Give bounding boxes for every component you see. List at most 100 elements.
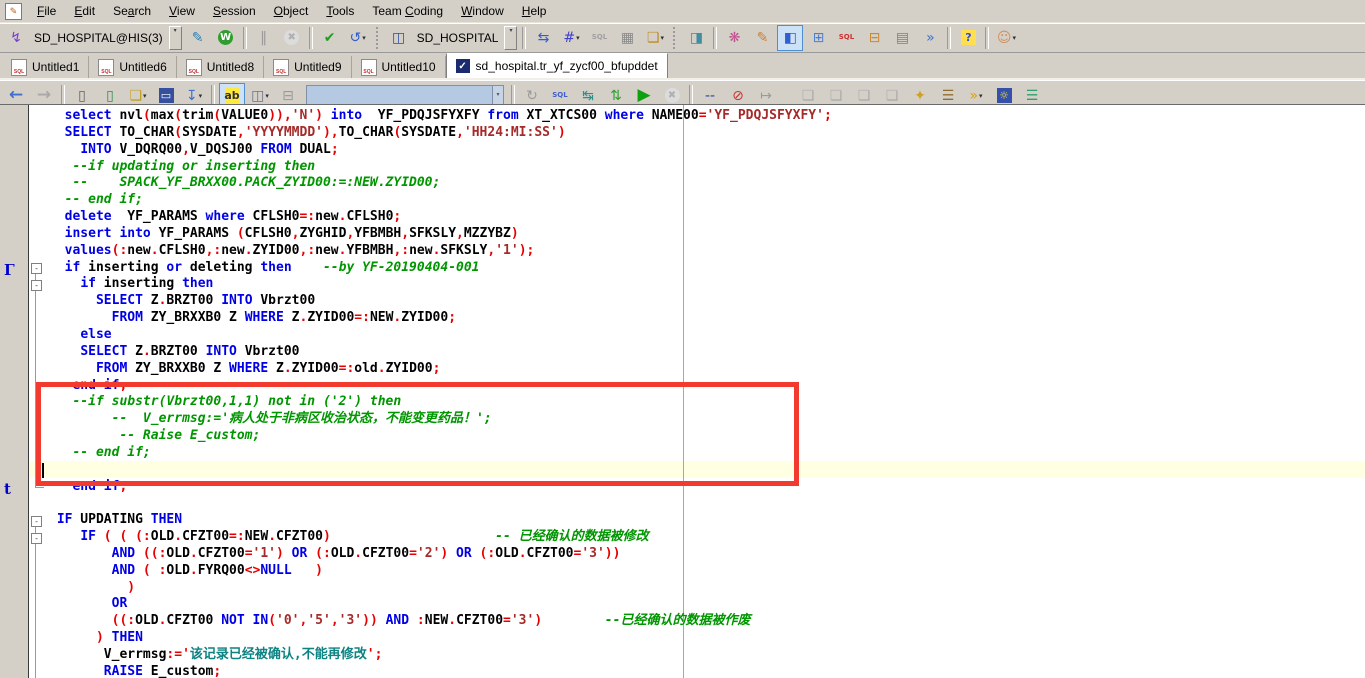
code-line[interactable]: AND ((:OLD.CFZT00='1') OR (:OLD.CFZT00='… [0,546,1365,563]
code-editor[interactable]: select nvl(max(trim(VALUE0)),'N') into Y… [0,104,1365,678]
user-profile-button[interactable]: ☺ ▾ [993,25,1019,51]
code-line[interactable]: -- SPACK_YF_BRXX00.PACK_ZYID00:=:NEW.ZYI… [0,175,1365,192]
menu-window[interactable]: Window [452,2,513,20]
fold-marker[interactable]: - [31,263,42,275]
schema-label: SD_HOSPITAL [416,30,499,45]
dropdown-arrow-icon[interactable]: ▾ [362,34,366,42]
rollback-button[interactable]: ↺ ▾ [345,25,371,51]
code-token: NEW [424,613,449,629]
help-button[interactable]: ? [955,25,981,51]
report-window-button[interactable]: ⊞ [805,25,831,51]
sql-window-button[interactable]: ◧ [777,24,804,51]
code-token: '3' [581,545,605,561]
command-window-button[interactable]: SQL [833,25,859,51]
schema-browser-button[interactable]: ❋ [721,25,747,51]
schema-dropdown[interactable]: ▾ [504,25,518,50]
dropdown-arrow-icon[interactable]: ▾ [143,92,147,100]
code-line[interactable]: INTO V_DQRQ00,V_DQSJ00 FROM DUAL; [0,142,1365,159]
code-token: '0' [276,613,300,629]
code-token: ((: [135,545,167,561]
fold-marker[interactable]: - [31,532,42,544]
code-line[interactable]: FROM ZY_BRXXB0 Z WHERE Z.ZYID00=:NEW.ZYI… [0,310,1365,327]
code-line[interactable]: --if updating or inserting then [0,159,1365,176]
code-line[interactable]: FROM ZY_BRXXB0 Z WHERE Z.ZYID00=:old.ZYI… [0,361,1365,378]
tab-untitled1[interactable]: SQL Untitled1 [2,56,90,78]
code-line[interactable]: if inserting or deleting then --by YF-20… [0,260,1365,277]
code-line[interactable]: SELECT TO_CHAR(SYSDATE,'YYYYMMDD'),TO_CH… [0,125,1365,142]
commit-button[interactable]: ✔ [317,25,343,51]
menu-session[interactable]: Session [204,2,265,20]
web-update-button[interactable]: W [213,25,239,51]
code-line[interactable]: values(:new.CFLSH0,:new.ZYID00,:new.YFBM… [0,243,1365,260]
report-folder-button[interactable]: ❏ ▾ [642,25,668,51]
code-line[interactable]: -- end if; [0,192,1365,209]
dropdown-arrow-icon[interactable]: ▾ [1013,34,1017,42]
fold-marker[interactable]: - [31,279,42,291]
more-windows-button[interactable]: » [917,25,943,51]
fold-marker[interactable]: - [31,515,42,527]
tab-untitled9[interactable]: SQL Untitled9 [264,56,352,78]
explain-plan-button[interactable]: ⊟ [861,25,887,51]
code-token: ) [534,613,543,629]
code-line[interactable]: ) THEN [0,630,1365,647]
code-line[interactable]: IF UPDATING THEN [0,512,1365,529]
add-connection-button[interactable]: ⇆ [530,25,556,51]
code-line[interactable]: select nvl(max(trim(VALUE0)),'N') into Y… [0,108,1365,125]
data-dictionary-button[interactable]: # ▾ [558,25,584,51]
code-line[interactable]: IF ( ( (:OLD.CFZT00=:NEW.CFZT00) -- 已经确认… [0,529,1365,546]
dropdown-arrow-icon[interactable]: ▾ [979,92,983,100]
code-line[interactable]: V_errmsg:='该记录已经被确认,不能再修改'; [0,647,1365,664]
code-token: VALUE0 [221,108,269,123]
edit-object-button[interactable]: ✎ [749,25,775,51]
new-session-button[interactable]: ↯ [3,25,29,51]
code-line[interactable]: SELECT Z.BRZT00 INTO Vbrzt00 [0,293,1365,310]
code-line[interactable] [0,495,1365,512]
code-line[interactable]: if inserting then [0,276,1365,293]
object-browser-button[interactable]: ◫ [386,25,412,51]
code-line[interactable]: AND ( :OLD.FYRQ00<>NULL ) [0,563,1365,580]
hint-window-icon: ☼ [996,88,1012,103]
toolbar-separator [985,26,990,49]
picture-window-button[interactable]: ◨ [683,25,709,51]
tab-sd-hospital-tr-yf-zycf00-bfupddet[interactable]: ✓ sd_hospital.tr_yf_zycf00_bfupddet [445,53,668,78]
connection-dropdown[interactable]: ▾ [168,25,182,50]
job-queue-button[interactable]: ▤ [889,25,915,51]
code-token: ZYGHID [299,225,347,241]
code-line[interactable]: delete YF_PARAMS where CFLSH0=:new.CFLSH… [0,209,1365,226]
menu-team-coding[interactable]: Team Coding [363,2,452,20]
code-token: from [487,108,519,123]
dropdown-arrow-icon[interactable]: ▾ [660,34,664,42]
code-token: ,: [205,242,222,258]
code-token: NULL [260,562,292,578]
menu-tools[interactable]: Tools [317,2,363,20]
forward-icon: → [36,85,52,105]
tab-untitled8[interactable]: SQL Untitled8 [177,56,265,78]
combobox-dropdown-icon[interactable]: ▾ [492,85,503,104]
menu-help[interactable]: Help [513,2,556,20]
dropdown-arrow-icon[interactable]: ▾ [199,92,203,100]
code-line[interactable]: RAISE E_custom; [0,664,1365,678]
dropdown-arrow-icon[interactable]: ▾ [576,34,580,42]
code-token: max [150,108,175,123]
dropdown-arrow-icon[interactable]: ▾ [265,92,269,100]
tab-untitled6[interactable]: SQL Untitled6 [89,56,177,78]
session-log-button[interactable]: ✎ [185,25,211,51]
break-session-button: ‖ [251,25,277,51]
menu-search[interactable]: Search [104,2,160,20]
code-line[interactable]: OR [0,596,1365,613]
tab-untitled10[interactable]: SQL Untitled10 [352,56,446,78]
code-line[interactable]: ) [0,580,1365,597]
code-line[interactable]: SELECT Z.BRZT00 INTO Vbrzt00 [0,344,1365,361]
code-token: = [409,545,417,561]
code-line[interactable]: else [0,327,1365,344]
code-line[interactable]: insert into YF_PARAMS (CFLSH0,ZYGHID,YFB… [0,226,1365,243]
code-line[interactable]: ((:OLD.CFZT00 NOT IN('0','5','3')) AND :… [0,613,1365,630]
code-token: , [236,124,245,140]
menu-object[interactable]: Object [265,2,318,20]
code-token: ; [374,647,383,662]
code-token: Vbrzt00 [236,343,300,359]
code-token: (: [307,545,331,561]
menu-edit[interactable]: Edit [65,2,104,20]
menu-file[interactable]: File [28,2,65,20]
menu-view[interactable]: View [160,2,204,20]
